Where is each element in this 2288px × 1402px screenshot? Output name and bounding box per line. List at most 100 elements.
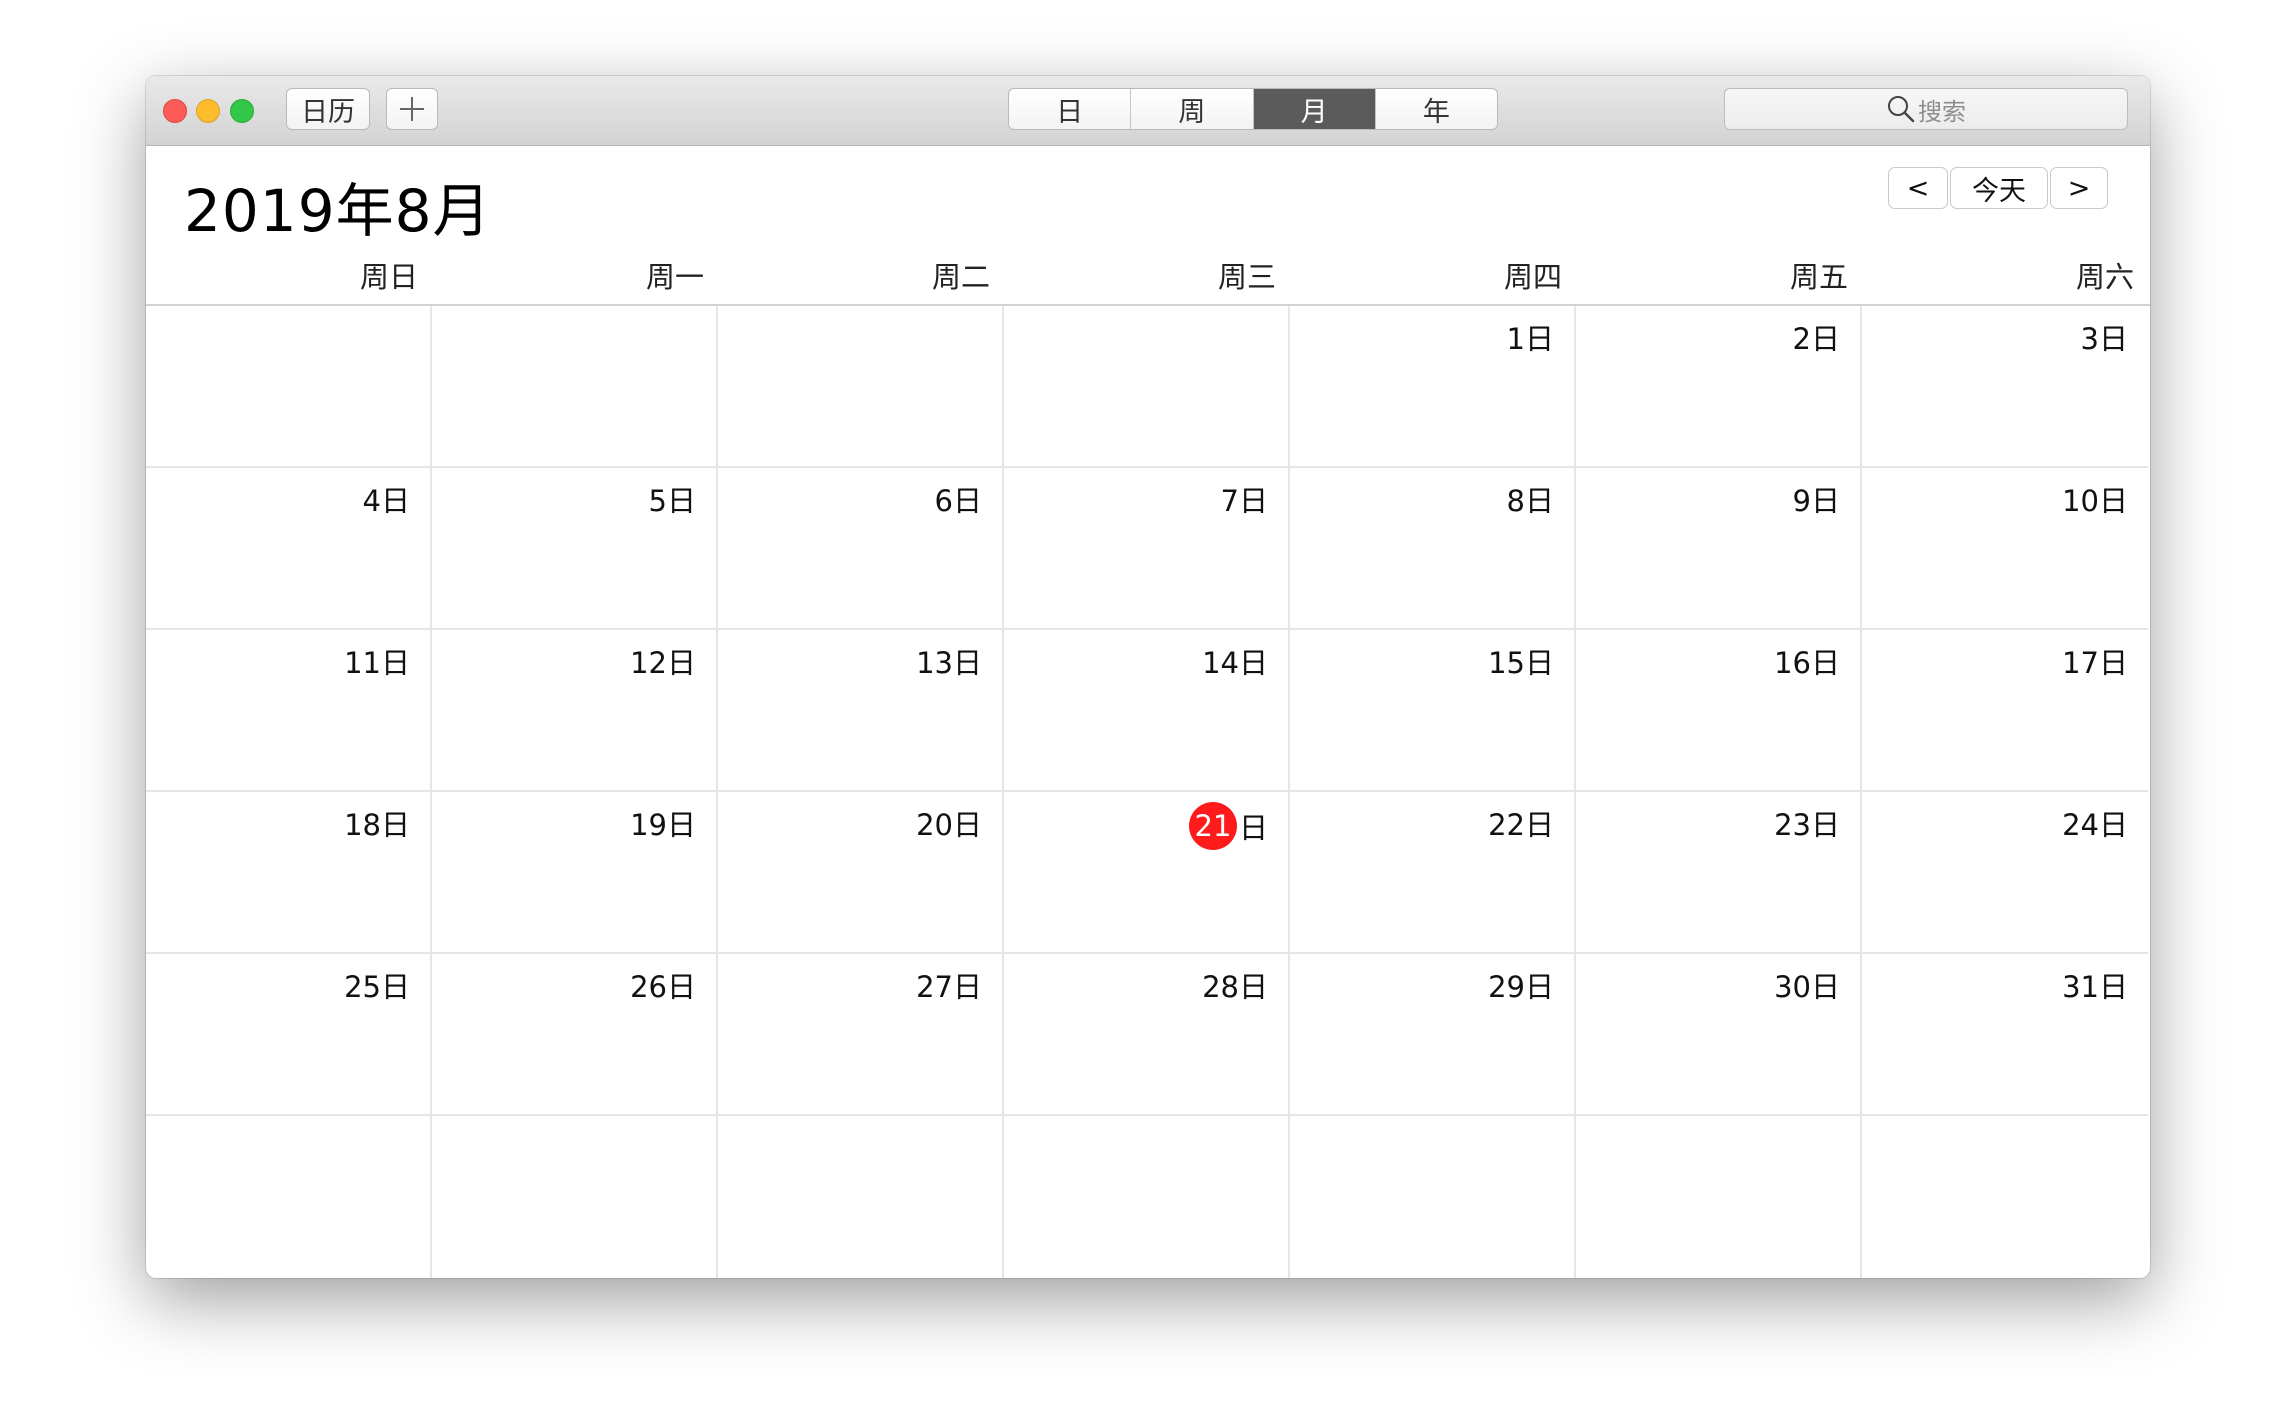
day-cell[interactable]: 25日 xyxy=(146,954,432,1116)
day-label: 31日 xyxy=(2062,970,2128,1004)
day-label: 13日 xyxy=(916,646,982,680)
day-cell-empty[interactable] xyxy=(1576,1116,1862,1278)
day-cell[interactable]: 8日 xyxy=(1290,468,1576,630)
day-cell[interactable]: 13日 xyxy=(718,630,1004,792)
tab-month[interactable]: 月 xyxy=(1253,89,1376,129)
day-label: 4日 xyxy=(362,484,410,518)
calendar-window: 日历 日 周 月 年 搜索 2019年8月 < 今天 > 周日 周一 周二 周三… xyxy=(146,76,2150,1278)
day-cell[interactable]: 22日 xyxy=(1290,792,1576,954)
plus-icon xyxy=(400,97,424,121)
day-cell[interactable]: 7日 xyxy=(1004,468,1290,630)
day-cell[interactable]: 28日 xyxy=(1004,954,1290,1116)
day-label: 7日 xyxy=(1220,484,1268,518)
previous-month-button[interactable]: < xyxy=(1888,167,1948,209)
day-cell-empty[interactable] xyxy=(1004,306,1290,468)
day-label: 2日 xyxy=(1792,322,1840,356)
today-suffix: 日 xyxy=(1238,811,1268,845)
day-label: 5日 xyxy=(648,484,696,518)
day-cell-empty[interactable] xyxy=(1290,1116,1576,1278)
weekday-sunday: 周日 xyxy=(359,260,418,294)
day-cell[interactable]: 27日 xyxy=(718,954,1004,1116)
add-event-button[interactable] xyxy=(386,88,438,130)
day-label: 19日 xyxy=(630,808,696,842)
search-icon xyxy=(1888,96,1915,123)
day-label: 25日 xyxy=(344,970,410,1004)
day-cell[interactable]: 17日 xyxy=(1862,630,2148,792)
day-label: 10日 xyxy=(2062,484,2128,518)
view-switcher: 日 周 月 年 xyxy=(1008,88,1498,130)
next-month-button[interactable]: > xyxy=(2050,167,2108,209)
day-cell-empty[interactable] xyxy=(146,1116,432,1278)
day-label: 6日 xyxy=(934,484,982,518)
day-cell[interactable]: 4日 xyxy=(146,468,432,630)
weekday-header: 周日 周一 周二 周三 周四 周五 周六 xyxy=(146,254,2150,296)
weekday-wednesday: 周三 xyxy=(1217,260,1276,294)
day-label: 24日 xyxy=(2062,808,2128,842)
day-cell-empty[interactable] xyxy=(718,1116,1004,1278)
day-cell-empty[interactable] xyxy=(146,306,432,468)
today-badge: 21 xyxy=(1188,802,1237,850)
calendars-button[interactable]: 日历 xyxy=(286,88,370,130)
day-label: 22日 xyxy=(1488,808,1554,842)
day-cell[interactable]: 29日 xyxy=(1290,954,1576,1116)
day-label: 8日 xyxy=(1506,484,1554,518)
day-cell-empty[interactable] xyxy=(1004,1116,1290,1278)
weekday-tuesday: 周二 xyxy=(931,260,990,294)
today-label: 21 日 xyxy=(1188,802,1268,850)
day-cell[interactable]: 16日 xyxy=(1576,630,1862,792)
day-cell[interactable]: 6日 xyxy=(718,468,1004,630)
day-cell[interactable]: 5日 xyxy=(432,468,718,630)
day-label: 1日 xyxy=(1506,322,1554,356)
day-label: 15日 xyxy=(1488,646,1554,680)
month-grid: 1日 2日 3日 4日 5日 6日 7日 8日 9日 10日 11日 12日 1… xyxy=(146,306,2150,1278)
weekday-saturday: 周六 xyxy=(2075,260,2134,294)
day-cell[interactable]: 23日 xyxy=(1576,792,1862,954)
tab-year[interactable]: 年 xyxy=(1376,89,1497,129)
day-label: 30日 xyxy=(1774,970,1840,1004)
day-cell[interactable]: 1日 xyxy=(1290,306,1576,468)
day-cell[interactable]: 19日 xyxy=(432,792,718,954)
minimize-window-button[interactable] xyxy=(196,99,220,123)
weekday-monday: 周一 xyxy=(645,260,704,294)
day-label: 11日 xyxy=(344,646,410,680)
toolbar: 日历 日 周 月 年 搜索 xyxy=(146,76,2150,146)
day-cell-empty[interactable] xyxy=(432,1116,718,1278)
day-cell-empty[interactable] xyxy=(1862,1116,2148,1278)
today-button[interactable]: 今天 xyxy=(1950,167,2048,209)
maximize-window-button[interactable] xyxy=(230,99,254,123)
day-cell[interactable]: 18日 xyxy=(146,792,432,954)
day-cell[interactable]: 10日 xyxy=(1862,468,2148,630)
close-window-button[interactable] xyxy=(163,99,187,123)
day-label: 3日 xyxy=(2080,322,2128,356)
day-cell[interactable]: 30日 xyxy=(1576,954,1862,1116)
search-input[interactable]: 搜索 xyxy=(1724,88,2128,130)
day-cell[interactable]: 12日 xyxy=(432,630,718,792)
day-cell[interactable]: 20日 xyxy=(718,792,1004,954)
day-cell[interactable]: 9日 xyxy=(1576,468,1862,630)
day-label: 16日 xyxy=(1774,646,1840,680)
tab-day[interactable]: 日 xyxy=(1009,89,1132,129)
day-cell[interactable]: 14日 xyxy=(1004,630,1290,792)
month-navigation: < 今天 > xyxy=(1888,167,2108,209)
day-cell[interactable]: 3日 xyxy=(1862,306,2148,468)
day-cell-empty[interactable] xyxy=(432,306,718,468)
tab-week[interactable]: 周 xyxy=(1131,89,1254,129)
day-label: 26日 xyxy=(630,970,696,1004)
day-cell-today[interactable]: 21 日 xyxy=(1004,792,1290,954)
day-label: 29日 xyxy=(1488,970,1554,1004)
day-label: 20日 xyxy=(916,808,982,842)
day-cell[interactable]: 31日 xyxy=(1862,954,2148,1116)
day-label: 28日 xyxy=(1202,970,1268,1004)
day-label: 14日 xyxy=(1202,646,1268,680)
day-cell[interactable]: 11日 xyxy=(146,630,432,792)
weekday-thursday: 周四 xyxy=(1503,260,1562,294)
day-cell[interactable]: 24日 xyxy=(1862,792,2148,954)
day-label: 17日 xyxy=(2062,646,2128,680)
month-title: 2019年8月 xyxy=(184,177,492,245)
day-cell[interactable]: 2日 xyxy=(1576,306,1862,468)
day-label: 23日 xyxy=(1774,808,1840,842)
day-cell-empty[interactable] xyxy=(718,306,1004,468)
day-cell[interactable]: 26日 xyxy=(432,954,718,1116)
day-cell[interactable]: 15日 xyxy=(1290,630,1576,792)
search-placeholder: 搜索 xyxy=(1918,97,1966,126)
